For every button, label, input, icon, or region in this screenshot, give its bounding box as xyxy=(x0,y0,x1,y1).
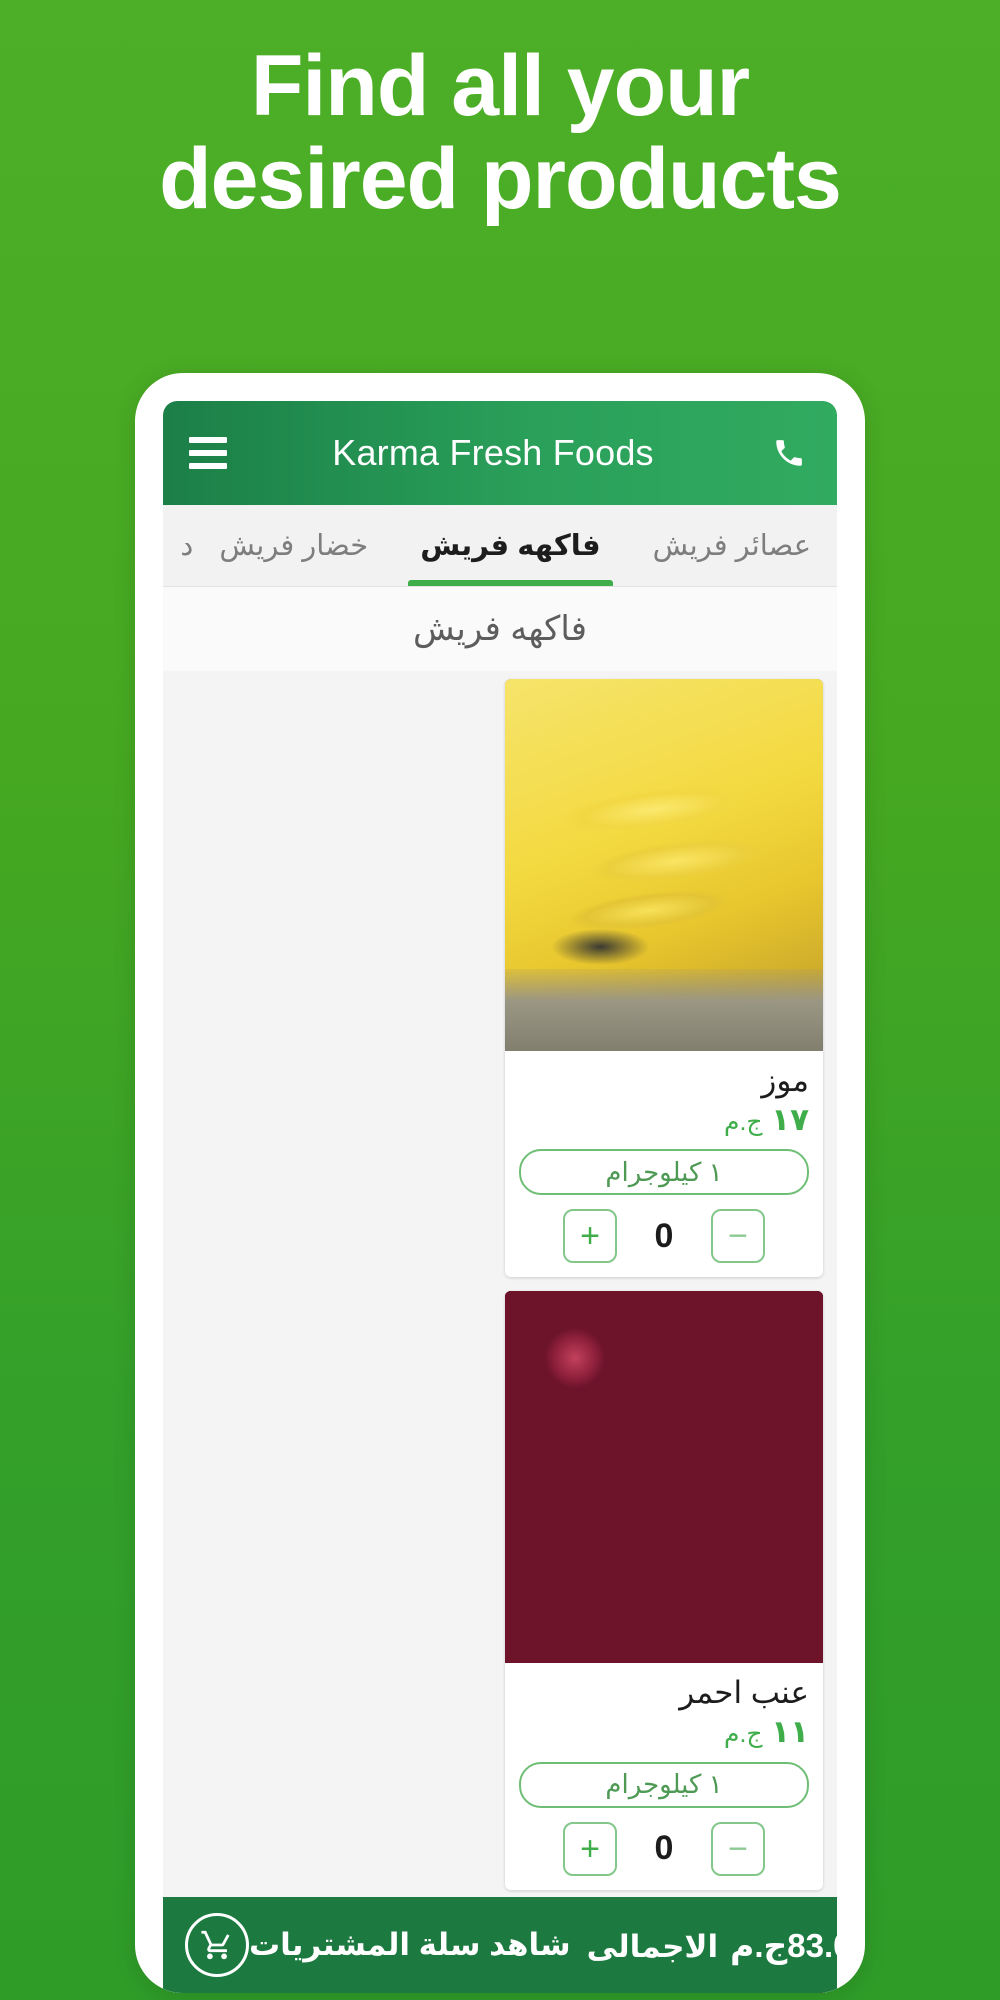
tab-label: د xyxy=(180,530,194,562)
cart-total-amount: 83.0ج.م xyxy=(730,1926,837,1964)
cart-bar[interactable]: شاهد سلة المشتريات الاجمالى 83.0ج.م xyxy=(163,1897,837,1993)
product-price: ١٧ ج.م xyxy=(519,1101,809,1140)
tab-label: خضار فريش xyxy=(219,530,369,562)
tab-khodar-fresh[interactable]: خضار فريش xyxy=(193,505,394,586)
decrement-button[interactable]: − xyxy=(711,1821,765,1876)
product-grid: موز ١٧ ج.م ١ كيلوجرام + 0 − عنب احمر ١١ … xyxy=(163,671,837,1993)
promo-line-2: desired products xyxy=(159,130,842,227)
increment-button[interactable]: + xyxy=(563,1821,617,1876)
product-image-red-grapes xyxy=(505,1291,823,1664)
cart-total: الاجمالى 83.0ج.م xyxy=(587,1926,837,1965)
increment-button[interactable]: + xyxy=(563,1209,617,1264)
promo-headline: Find all your desired products xyxy=(0,40,1000,226)
section-title: فاكهه فريش xyxy=(163,587,837,671)
shopping-cart-icon[interactable] xyxy=(185,1913,249,1977)
quantity-value: 0 xyxy=(654,1829,674,1868)
tab-asaer-fresh[interactable]: عصائر فريش xyxy=(627,505,837,586)
cart-label: شاهد سلة المشتريات xyxy=(249,1927,571,1962)
cart-glyph xyxy=(201,1930,230,1960)
cart-total-label: الاجمالى xyxy=(586,1928,719,1964)
tab-partial-next[interactable]: د xyxy=(176,505,193,586)
app-title: Karma Fresh Foods xyxy=(332,432,654,473)
promo-line-1: Find all your xyxy=(250,38,750,134)
product-name: موز xyxy=(761,1063,809,1098)
phone-screen: Karma Fresh Foods عصائر فريش فاكهه فريش … xyxy=(163,401,837,1993)
tab-fakha-fresh[interactable]: فاكهه فريش xyxy=(394,505,626,586)
price-currency: ج.م xyxy=(723,1720,763,1749)
quantity-stepper: + 0 − xyxy=(519,1209,809,1264)
phone-glyph xyxy=(776,440,802,466)
tab-label: فاكهه فريش xyxy=(420,530,601,562)
phone-frame: Karma Fresh Foods عصائر فريش فاكهه فريش … xyxy=(135,373,865,1993)
product-name: عنب احمر xyxy=(679,1675,809,1711)
product-image-banana xyxy=(505,679,823,1052)
product-card[interactable]: عنب احمر ١١ ج.م ١ كيلوجرام + 0 − xyxy=(505,1291,823,1890)
category-tabs[interactable]: عصائر فريش فاكهه فريش خضار فريش د xyxy=(163,505,837,587)
price-value: ١١ xyxy=(771,1714,809,1750)
product-unit-selector[interactable]: ١ كيلوجرام xyxy=(519,1149,809,1196)
product-unit-selector[interactable]: ١ كيلوجرام xyxy=(519,1761,809,1808)
app-bar: Karma Fresh Foods xyxy=(163,401,837,505)
price-currency: ج.م xyxy=(723,1107,763,1136)
phone-icon[interactable] xyxy=(767,436,811,470)
tab-label: عصائر فريش xyxy=(652,530,811,562)
product-info: عنب احمر ١١ ج.م ١ كيلوجرام + 0 − xyxy=(505,1663,823,1889)
quantity-value: 0 xyxy=(654,1216,674,1255)
product-price: ١١ ج.م xyxy=(519,1713,809,1752)
price-value: ١٧ xyxy=(771,1101,809,1137)
product-info: موز ١٧ ج.م ١ كيلوجرام + 0 − xyxy=(505,1051,823,1277)
decrement-button[interactable]: − xyxy=(711,1209,765,1264)
quantity-stepper: + 0 − xyxy=(519,1821,809,1876)
product-card[interactable]: موز ١٧ ج.م ١ كيلوجرام + 0 − xyxy=(505,679,823,1278)
